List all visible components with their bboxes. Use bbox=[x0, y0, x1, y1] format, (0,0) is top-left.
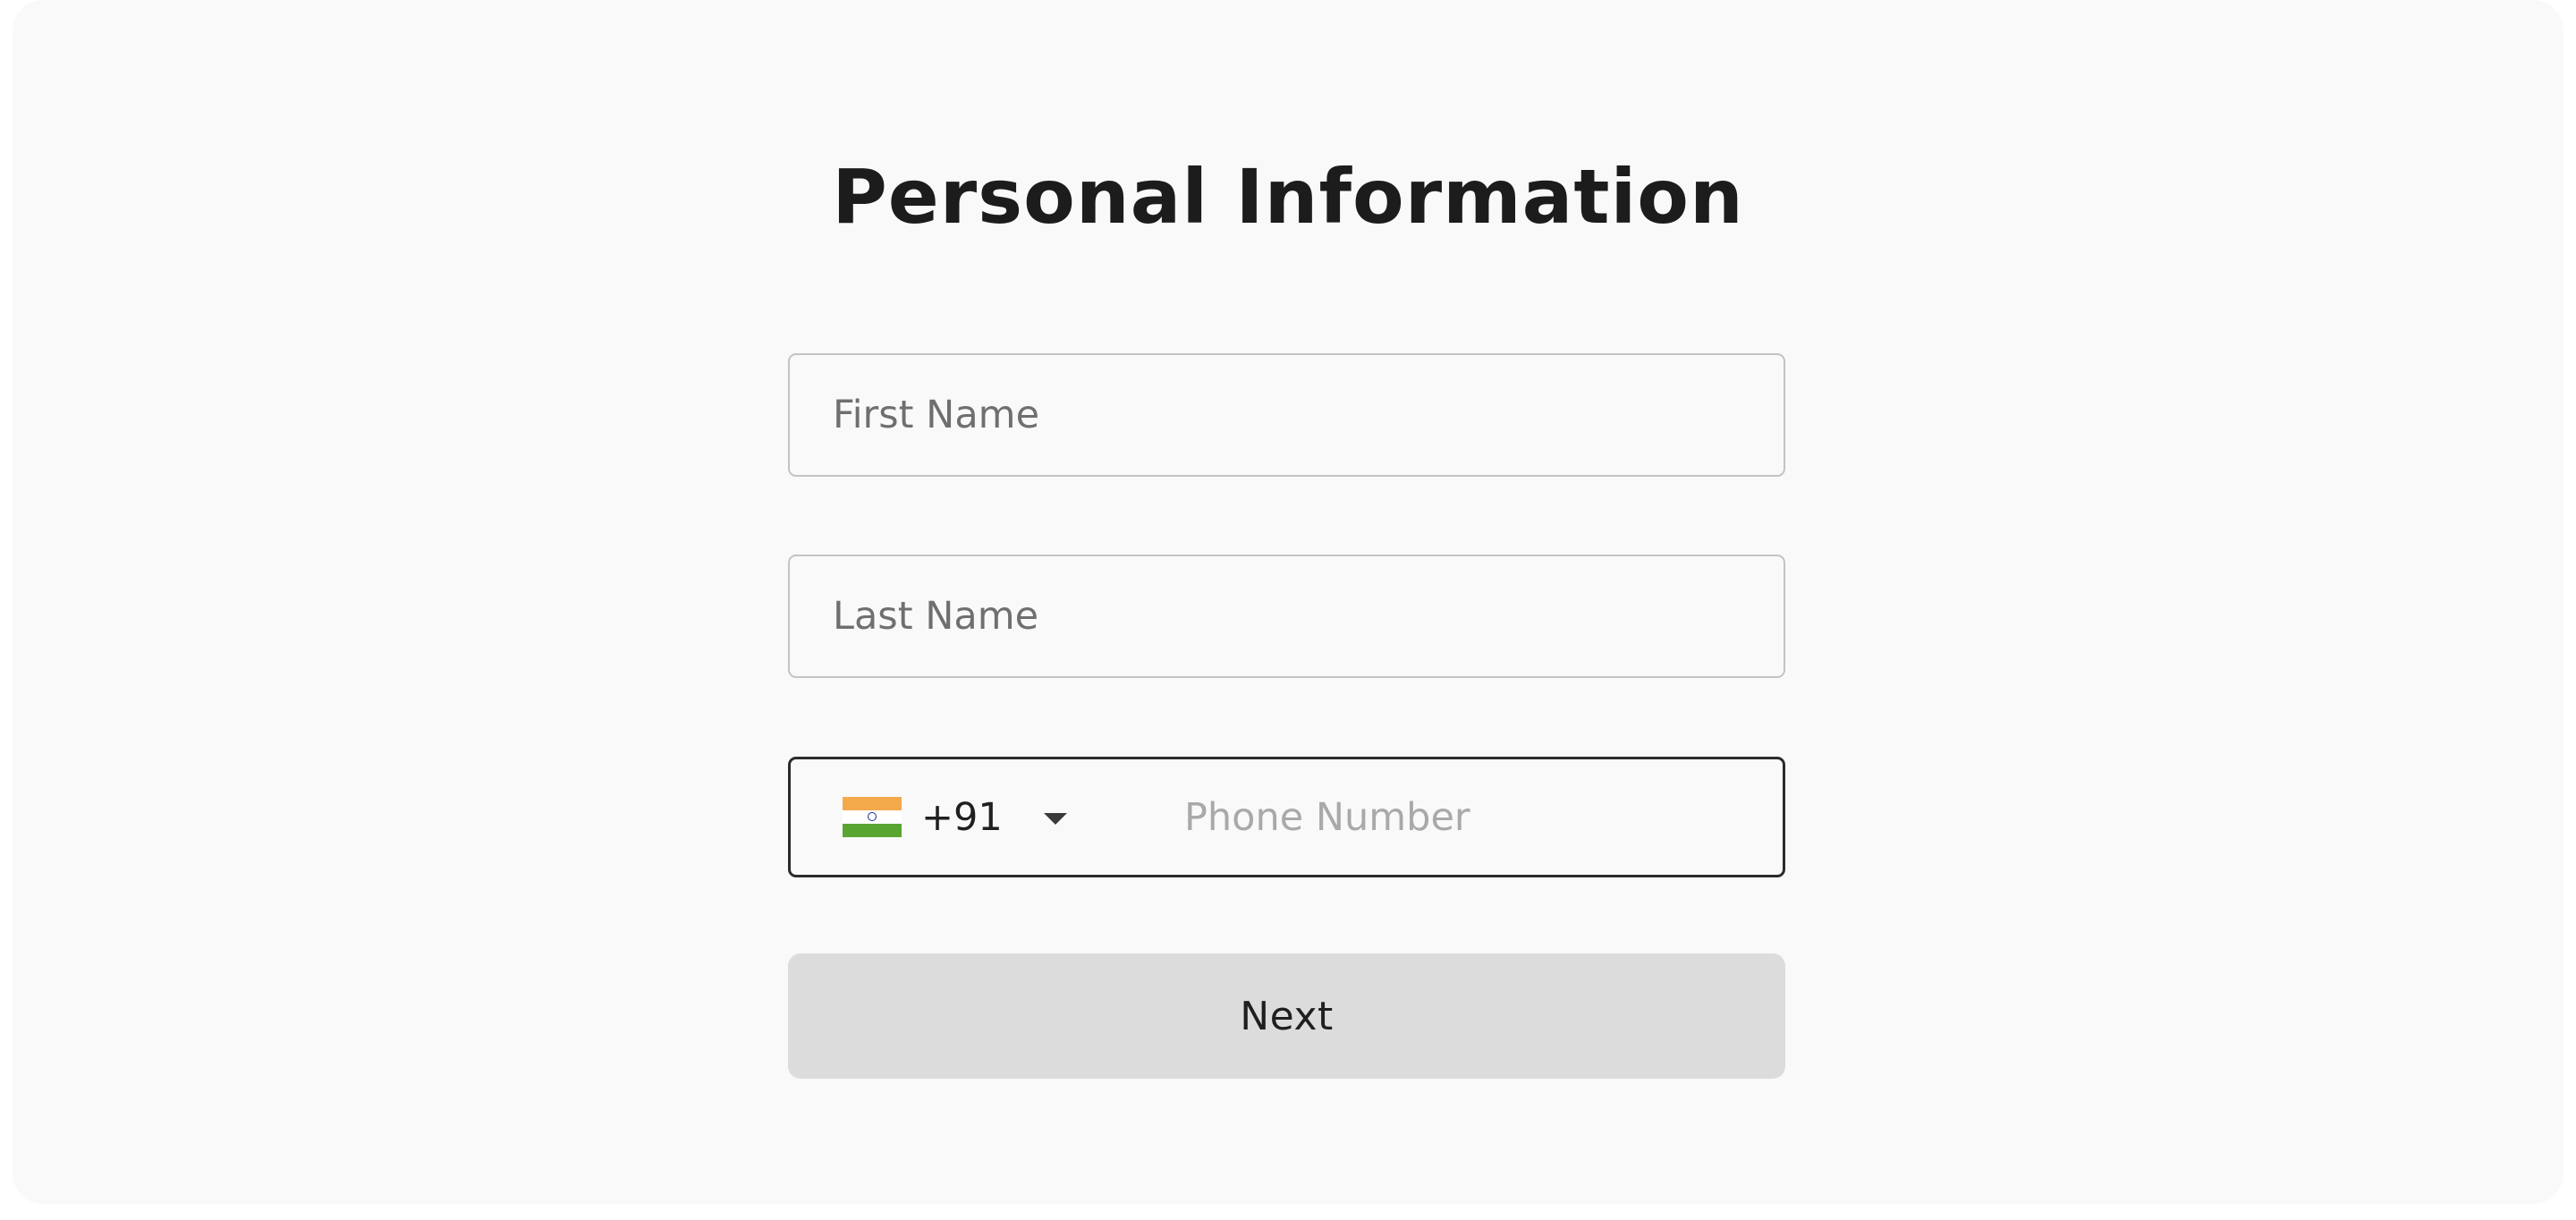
page-title: Personal Information bbox=[832, 153, 1744, 241]
chevron-down-icon bbox=[1043, 813, 1067, 825]
next-button[interactable]: Next bbox=[788, 953, 1785, 1079]
phone-field-container: +91 bbox=[788, 757, 1785, 877]
flag-chakra bbox=[868, 812, 877, 821]
first-name-input[interactable] bbox=[790, 355, 1784, 475]
phone-number-input[interactable] bbox=[1184, 759, 1775, 875]
last-name-field-container bbox=[788, 555, 1785, 678]
dial-code: +91 bbox=[921, 794, 1003, 840]
india-flag-icon bbox=[843, 797, 902, 837]
first-name-field-container bbox=[788, 353, 1785, 477]
last-name-input[interactable] bbox=[790, 556, 1784, 676]
country-code-selector[interactable]: +91 bbox=[843, 759, 1067, 875]
flag-band-green bbox=[843, 824, 902, 837]
flag-band-saffron bbox=[843, 797, 902, 810]
